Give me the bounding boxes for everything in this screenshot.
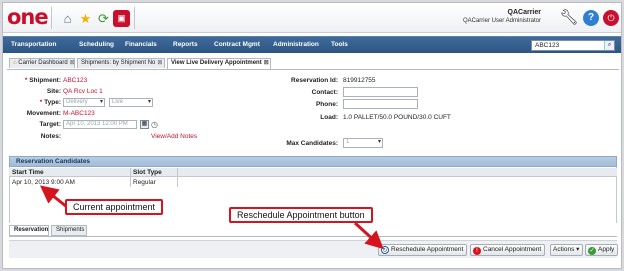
tab-carrier-dashboard[interactable]: ⌂ Carrier Dashboard ⊠ — [9, 58, 75, 68]
tab-label: Carrier Dashboard — [18, 60, 68, 66]
tab-divider — [7, 69, 619, 70]
site-link[interactable]: QA Rcv Loc 1 — [63, 88, 103, 95]
nav-financials[interactable]: Financials — [125, 41, 157, 48]
tab-label: Shipments: by Shipment No — [81, 60, 156, 66]
live-select-value: Live — [112, 99, 124, 105]
current-appointment-callout: Current appointment — [65, 199, 164, 215]
type-select[interactable]: Delivery ▾ — [63, 98, 105, 107]
view-add-notes-link[interactable]: View/Add Notes — [151, 133, 197, 140]
contact-label: Contact: — [311, 89, 338, 96]
home-icon[interactable]: ⌂ — [59, 10, 76, 27]
start-time-cell: Apr 10, 2013 9:00 AM — [12, 179, 75, 186]
target-label: Target: — [39, 121, 61, 128]
action-bar: ↻ Reschedule Appointment ! Cancel Appointm… — [9, 240, 619, 258]
grid-header-row: Start Time Slot Type — [9, 168, 617, 177]
tab-reservation[interactable]: Reservation — [9, 225, 49, 236]
user-role: QACarrier User Administrator — [462, 18, 541, 24]
close-icon[interactable]: ⊠ — [70, 60, 75, 66]
power-logout-icon[interactable]: ⏻ — [603, 10, 619, 26]
slot-type-cell: Regular — [133, 179, 156, 186]
nav-transportation[interactable]: Transportation — [11, 41, 57, 48]
close-icon[interactable]: ⊠ — [264, 60, 269, 66]
main-nav: Transportation Scheduling Financials Rep… — [3, 36, 621, 53]
load-label: Load: — [320, 114, 338, 121]
clock-icon[interactable]: ◷ — [151, 120, 160, 129]
reservation-id-value: 819912755 — [343, 77, 376, 84]
table-row[interactable]: Apr 10, 2013 9:00 AM Regular — [9, 178, 617, 187]
max-candidates-value: 1 — [346, 139, 350, 145]
target-datetime-field[interactable]: Apr 10, 2013 12:00 PM — [63, 120, 137, 129]
header-divider — [134, 7, 135, 29]
actions-dropdown-button[interactable]: Actions ▾ — [550, 244, 584, 256]
site-label: Site: — [46, 88, 61, 95]
user-name: QACarrier — [507, 9, 541, 16]
shipment-label: * Shipment: — [25, 77, 61, 84]
tab-shipments[interactable]: Shipments — [51, 225, 87, 236]
column-header-slot-type[interactable]: Slot Type — [133, 168, 162, 177]
actions-label: Actions — [553, 246, 575, 253]
search-icon[interactable]: ⌕ — [604, 41, 614, 50]
search-input[interactable]: ABC123 ⌕ — [531, 40, 615, 51]
type-label-text: Type: — [44, 99, 61, 106]
shipment-label-text: Shipment: — [29, 77, 61, 84]
cancel-appointment-button[interactable]: ! Cancel Appointment — [470, 244, 546, 256]
reschedule-button-callout: Reschedule Appointment button — [229, 207, 373, 223]
bottom-tab-divider — [9, 236, 617, 237]
calendar-icon[interactable]: ▦ — [140, 120, 149, 129]
target-value: Apr 10, 2013 12:00 PM — [66, 121, 128, 127]
help-icon[interactable]: ? — [583, 10, 599, 26]
tab-label: View Live Delivery Appointment — [171, 60, 262, 66]
header-divider — [51, 7, 52, 29]
max-candidates-select[interactable]: 1 ▾ — [343, 138, 383, 148]
tab-view-live-delivery[interactable]: View Live Delivery Appointment ⊠ — [167, 58, 271, 69]
top-header: one ⌂ ★ ⟳ ▣ QACarrier QACarrier User Adm… — [3, 3, 621, 33]
reservation-candidates-header: Reservation Candidates — [9, 156, 617, 167]
refresh-icon[interactable]: ⟳ — [95, 10, 112, 27]
chevron-down-icon: ▾ — [147, 99, 151, 105]
close-icon[interactable]: ⊠ — [157, 60, 162, 66]
column-divider — [177, 168, 178, 187]
apply-button[interactable]: ✓ Apply — [585, 244, 619, 256]
contact-field[interactable] — [343, 87, 418, 97]
apply-label: Apply — [598, 246, 615, 253]
movement-link[interactable]: M-ABC123 — [63, 110, 95, 117]
column-header-start-time[interactable]: Start Time — [12, 168, 44, 177]
app-window: one ⌂ ★ ⟳ ▣ QACarrier QACarrier User Adm… — [2, 2, 622, 269]
type-select-value: Delivery — [66, 99, 88, 105]
reschedule-appointment-button[interactable]: ↻ Reschedule Appointment — [378, 244, 468, 256]
messages-icon[interactable]: ▣ — [113, 10, 130, 27]
nav-contract-mgmt[interactable]: Contract Mgmt — [214, 41, 260, 48]
phone-label: Phone: — [315, 101, 338, 108]
nav-tools[interactable]: Tools — [331, 41, 348, 48]
settings-wrench-icon[interactable]: 🔧︎ — [559, 9, 579, 27]
user-info: QACarrier QACarrier User Administrator — [463, 9, 541, 25]
cancel-label: Cancel Appointment — [483, 246, 542, 253]
shipment-link[interactable]: ABC123 — [63, 77, 87, 84]
load-value: 1.0 PALLET/50.0 POUND/30.0 CUFT — [343, 114, 451, 121]
check-icon: ✓ — [588, 247, 596, 255]
type-label: * Type: — [40, 99, 61, 106]
nav-scheduling[interactable]: Scheduling — [79, 41, 114, 48]
reschedule-icon: ↻ — [381, 246, 389, 254]
notes-label: Notes: — [40, 133, 61, 140]
column-divider — [130, 168, 131, 187]
chevron-down-icon: ▾ — [574, 246, 580, 253]
reservation-id-label: Reservation Id: — [291, 77, 338, 84]
home-icon: ⌂ — [13, 60, 17, 66]
reschedule-label: Reschedule Appointment — [391, 246, 464, 253]
max-candidates-label: Max Candidates: — [286, 140, 338, 147]
one-logo: one — [7, 5, 49, 29]
chevron-down-icon: ▾ — [377, 139, 381, 145]
cancel-icon: ! — [473, 247, 481, 255]
chevron-down-icon: ▾ — [99, 99, 103, 105]
favorites-star-icon[interactable]: ★ — [77, 10, 94, 27]
search-value: ABC123 — [535, 42, 560, 49]
nav-reports[interactable]: Reports — [173, 41, 198, 48]
nav-administration[interactable]: Administration — [273, 41, 319, 48]
movement-label: Movement: — [26, 110, 61, 117]
live-select[interactable]: Live ▾ — [109, 98, 153, 107]
tab-shipments-by-no[interactable]: Shipments: by Shipment No ⊠ — [77, 58, 165, 68]
phone-field[interactable] — [343, 99, 418, 109]
